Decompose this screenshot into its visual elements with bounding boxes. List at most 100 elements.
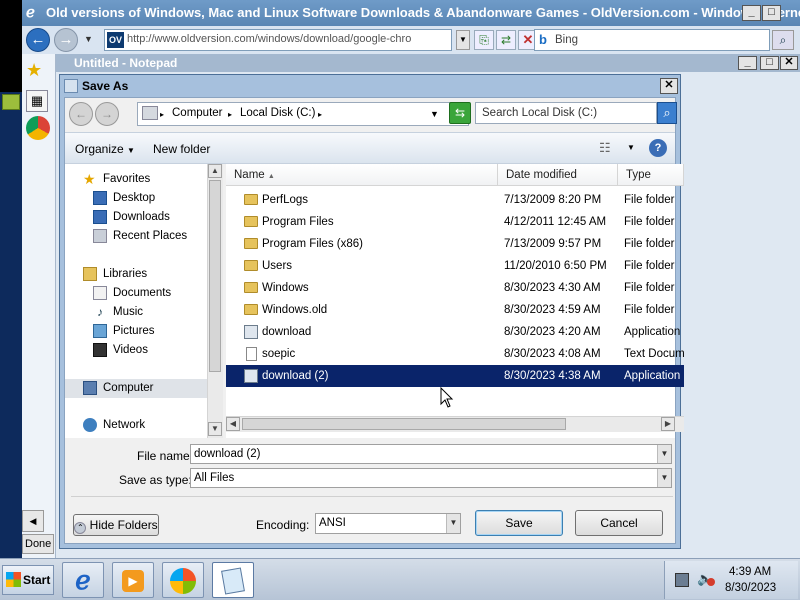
start-button[interactable]: Start [2, 565, 54, 595]
view-options-icon[interactable]: ☷ [599, 140, 611, 156]
scroll-left-button[interactable]: ◀ [226, 417, 240, 431]
notepad-maximize-button[interactable]: □ [760, 56, 779, 70]
view-dropdown-icon[interactable]: ▼ [627, 143, 635, 152]
address-dropdown-icon[interactable]: ▼ [456, 30, 470, 50]
favorites-star-icon[interactable]: ★ [26, 60, 46, 80]
compatibility-icon[interactable]: ⎘ [474, 30, 494, 50]
taskbar-media-player-button[interactable]: ▶ [112, 562, 154, 598]
crumb-arrow-icon[interactable]: ▸ [318, 110, 322, 119]
file-date-cell: 8/30/2023 4:20 AM [504, 326, 601, 338]
cancel-button[interactable]: Cancel [575, 510, 663, 536]
breadcrumb-local-disk[interactable]: Local Disk (C:) [240, 107, 315, 119]
breadcrumb-dropdown-icon[interactable]: ▼ [430, 109, 439, 119]
mouse-cursor-icon [440, 387, 454, 408]
network-tray-icon[interactable] [675, 573, 689, 587]
file-row[interactable]: Program Files 4/12/2011 12:45 AM File fold… [226, 211, 684, 233]
search-icon[interactable]: ⌕ [772, 30, 794, 50]
dialog-back-button[interactable]: ← [69, 102, 93, 126]
notepad-minimize-button[interactable]: _ [738, 56, 757, 70]
breadcrumb[interactable]: ▸ Computer ▸ Local Disk (C:) ▸ ▼ [137, 102, 469, 126]
recent-places-icon [93, 229, 107, 243]
file-row[interactable]: Windows.old 8/30/2023 4:59 AM File folder [226, 299, 684, 321]
organize-dropdown-icon: ▼ [127, 146, 135, 155]
history-dropdown-icon[interactable]: ▼ [84, 34, 93, 44]
encoding-dropdown-icon: ▼ [446, 514, 460, 533]
notepad-close-button[interactable]: ✕ [780, 56, 798, 70]
dialog-search-input[interactable]: Search Local Disk (C:) [475, 102, 657, 124]
folder-icon [244, 238, 258, 249]
column-header-name[interactable]: Name ▲ [226, 164, 498, 186]
horizontal-scroll-thumb[interactable] [242, 418, 566, 430]
nav-recent-places[interactable]: Recent Places [65, 227, 207, 246]
nav-scrollbar[interactable]: ▲ ▼ [207, 164, 223, 438]
file-row[interactable]: Windows 8/30/2023 4:30 AM File folder [226, 277, 684, 299]
address-bar[interactable]: OV http://www.oldversion.com/windows/dow… [104, 29, 452, 51]
nav-desktop[interactable]: Desktop [65, 189, 207, 208]
file-row[interactable]: download (2) 8/30/2023 4:38 AM Application [226, 365, 684, 387]
application-icon [244, 325, 258, 339]
refresh-icon[interactable]: ⇄ [496, 30, 516, 50]
organize-button[interactable]: Organize ▼ [75, 142, 135, 156]
internet-explorer-icon: ℯ [75, 565, 91, 595]
star-icon: ★ [83, 171, 96, 187]
scroll-left-button[interactable]: ◀ [22, 510, 44, 532]
file-name-cell: download (2) [262, 370, 329, 382]
bing-logo-icon: b [539, 32, 547, 47]
scroll-right-button[interactable]: ▶ [661, 417, 675, 431]
file-row[interactable]: soepic 8/30/2023 4:08 AM Text Docume [226, 343, 684, 365]
nav-downloads[interactable]: Downloads [65, 208, 207, 227]
column-header-date[interactable]: Date modified [498, 164, 618, 186]
nav-favorites[interactable]: ★ Favorites [65, 170, 207, 189]
column-header-type[interactable]: Type [618, 164, 684, 186]
file-type-cell: File folder [624, 216, 675, 228]
scroll-thumb[interactable] [209, 180, 221, 372]
horizontal-scrollbar[interactable]: ◀ ▶ [226, 416, 684, 432]
dialog-close-button[interactable]: ✕ [660, 78, 678, 94]
nav-videos[interactable]: Videos [65, 341, 207, 360]
favicon: OV [107, 32, 124, 48]
file-row[interactable]: PerfLogs 7/13/2009 8:20 PM File folder [226, 189, 684, 211]
crumb-arrow-icon[interactable]: ▸ [160, 110, 164, 119]
desktop-icon[interactable] [2, 94, 20, 110]
new-folder-button[interactable]: New folder [153, 142, 210, 156]
bing-search-box[interactable]: b Bing [534, 29, 770, 51]
nav-pictures[interactable]: Pictures [65, 322, 207, 341]
forward-button[interactable]: → [54, 28, 78, 52]
folder-icon [244, 282, 258, 293]
dialog-forward-button[interactable]: → [95, 102, 119, 126]
ie-toolbar: ← → ▼ OV http://www.oldversion.com/windo… [22, 26, 800, 54]
address-url[interactable]: http://www.oldversion.com/windows/downlo… [127, 33, 427, 45]
scroll-up-button[interactable]: ▲ [208, 164, 222, 178]
nav-computer[interactable]: Computer [65, 379, 207, 398]
file-row[interactable]: Users 11/20/2010 6:50 PM File folder [226, 255, 684, 277]
scroll-down-button[interactable]: ▼ [208, 422, 222, 436]
file-row[interactable]: download 8/30/2023 4:20 AM Application [226, 321, 684, 343]
nav-network[interactable]: Network [65, 416, 207, 435]
nav-documents[interactable]: Documents [65, 284, 207, 303]
pictures-icon [93, 324, 107, 338]
libraries-icon [83, 267, 97, 281]
crumb-arrow-icon[interactable]: ▸ [228, 110, 232, 119]
tray-date[interactable]: 8/30/2023 [725, 582, 776, 594]
breadcrumb-computer[interactable]: Computer [172, 107, 223, 119]
file-name-input[interactable]: download (2) ▼ [190, 444, 672, 464]
tray-time[interactable]: 4:39 AM [729, 566, 771, 578]
help-icon[interactable]: ? [649, 139, 667, 157]
refresh-icon[interactable]: ⇆ [449, 102, 471, 124]
taskbar-windows-button[interactable] [162, 562, 204, 598]
file-row[interactable]: Program Files (x86) 7/13/2009 9:57 PM File… [226, 233, 684, 255]
back-button[interactable]: ← [26, 28, 50, 52]
save-button[interactable]: Save [475, 510, 563, 536]
taskbar-notepad-button[interactable] [212, 562, 254, 598]
nav-libraries[interactable]: Libraries [65, 265, 207, 284]
quick-tabs-icon[interactable]: ▦ [26, 90, 48, 112]
hide-folders-button[interactable]: ⌃ Hide Folders [73, 514, 159, 536]
file-date-cell: 4/12/2011 12:45 AM [504, 216, 607, 228]
ie-maximize-button[interactable]: □ [762, 5, 781, 21]
ie-minimize-button[interactable]: _ [742, 5, 761, 21]
save-as-type-select[interactable]: All Files ▼ [190, 468, 672, 488]
nav-music[interactable]: ♪ Music [65, 303, 207, 322]
search-icon[interactable]: ⌕ [657, 102, 677, 124]
taskbar-ie-button[interactable]: ℯ [62, 562, 104, 598]
encoding-select[interactable]: ANSI ▼ [315, 513, 461, 534]
